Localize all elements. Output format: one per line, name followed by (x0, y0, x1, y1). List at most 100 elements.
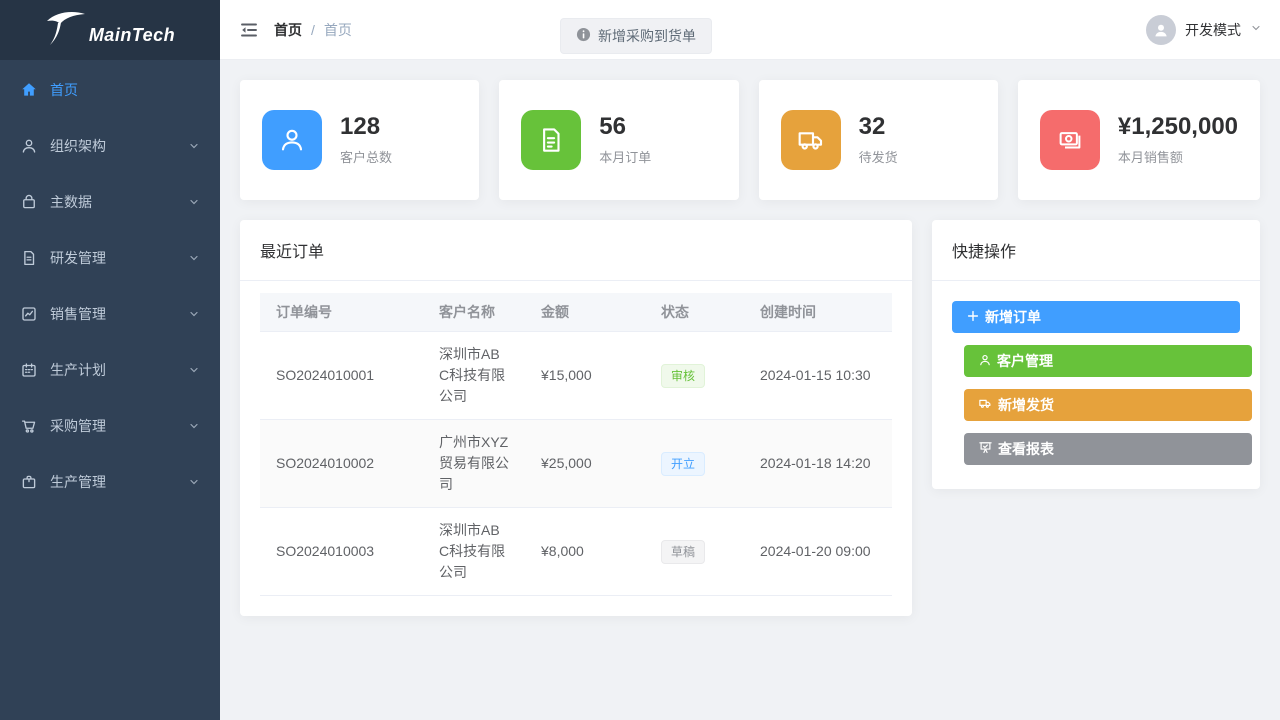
col-order-id: 订单编号 (260, 293, 423, 332)
order-created: 2024-01-20 09:00 (744, 508, 892, 596)
stat-label: 待发货 (859, 147, 898, 166)
status-badge: 开立 (661, 452, 705, 476)
table-row: SO2024010002 广州市XYZ贸易有限公司 ¥25,000 开立 202… (260, 420, 892, 508)
sidebar-item-sales[interactable]: 销售管理 (0, 286, 220, 342)
sidebar-item-label: 首页 (50, 80, 78, 100)
sidebar-item-home[interactable]: 首页 (0, 62, 220, 118)
view-reports-button[interactable]: 查看报表 (964, 433, 1252, 465)
customer-management-label: 客户管理 (997, 351, 1053, 371)
col-created: 创建时间 (744, 293, 892, 332)
sidebar-item-label: 研发管理 (50, 248, 106, 268)
stat-label: 客户总数 (340, 147, 392, 166)
truck-icon (978, 396, 993, 414)
stat-value: 56 (599, 114, 651, 140)
bottom-row: 最近订单 订单编号 客户名称 金额 状态 创建时间 (240, 220, 1260, 616)
order-amount: ¥15,000 (525, 332, 645, 420)
quick-actions-card: 快捷操作 新增订单 客户管理 (932, 220, 1260, 489)
stat-value: ¥1,250,000 (1118, 114, 1238, 140)
orders-table: 订单编号 客户名称 金额 状态 创建时间 SO2024010001 深圳市ABC… (260, 293, 892, 596)
chevron-down-icon (188, 308, 200, 320)
stat-value: 128 (340, 114, 392, 140)
order-id: SO2024010002 (260, 420, 423, 508)
breadcrumb-root[interactable]: 首页 (274, 20, 302, 40)
stat-card-pending-shipments: 32 待发货 (759, 80, 998, 200)
document-icon (521, 110, 581, 170)
quick-actions-title: 快捷操作 (932, 220, 1260, 281)
sidebar-item-label: 销售管理 (50, 304, 106, 324)
customer-management-button[interactable]: 客户管理 (964, 345, 1252, 377)
table-row: SO2024010003 深圳市ABC科技有限公司 ¥8,000 草稿 2024… (260, 508, 892, 596)
stat-card-monthly-sales: ¥1,250,000 本月销售额 (1018, 80, 1260, 200)
sidebar-item-purchasing[interactable]: 采购管理 (0, 398, 220, 454)
user-icon (262, 110, 322, 170)
user-icon (978, 353, 992, 370)
breadcrumb: 首页 / 首页 (274, 20, 352, 40)
info-icon (576, 27, 591, 45)
order-created: 2024-01-15 10:30 (744, 332, 892, 420)
stat-card-orders: 56 本月订单 (499, 80, 738, 200)
new-purchase-receipt-button[interactable]: 新增采购到货单 (560, 18, 712, 54)
avatar (1146, 15, 1176, 45)
stat-value: 32 (859, 114, 898, 140)
order-amount: ¥25,000 (525, 420, 645, 508)
order-customer: 广州市XYZ贸易有限公司 (423, 420, 525, 508)
status-badge: 草稿 (661, 540, 705, 564)
logo-text: MainTech (89, 25, 175, 46)
app-logo: MainTech (0, 0, 220, 60)
main-content: 128 客户总数 56 本月订单 32 待发货 (220, 60, 1280, 720)
view-reports-label: 查看报表 (998, 439, 1054, 459)
board-icon (978, 440, 993, 458)
sidebar-item-label: 组织架构 (50, 136, 106, 156)
chevron-down-icon (188, 476, 200, 488)
order-created: 2024-01-18 14:20 (744, 420, 892, 508)
sidebar: MainTech 首页 组织架构 主数据 研发管理 (0, 0, 220, 720)
table-row: SO2024010001 深圳市ABC科技有限公司 ¥15,000 审核 202… (260, 332, 892, 420)
new-order-button[interactable]: 新增订单 (952, 301, 1240, 333)
sidebar-item-manufacturing[interactable]: 生产管理 (0, 454, 220, 510)
stats-row: 128 客户总数 56 本月订单 32 待发货 (240, 80, 1260, 200)
chevron-down-icon (188, 364, 200, 376)
user-menu[interactable]: 开发模式 (1146, 0, 1262, 60)
order-id: SO2024010001 (260, 332, 423, 420)
sidebar-fold-icon[interactable] (238, 19, 260, 41)
top-header: 首页 / 首页 新增采购到货单 开发模式 (220, 0, 1280, 60)
chevron-down-icon (188, 420, 200, 432)
stat-card-customers: 128 客户总数 (240, 80, 479, 200)
chevron-down-icon (188, 196, 200, 208)
breadcrumb-current: 首页 (324, 20, 352, 40)
sidebar-menu: 首页 组织架构 主数据 研发管理 销售 (0, 60, 220, 510)
recent-orders-title: 最近订单 (240, 220, 912, 281)
order-customer: 深圳市ABC科技有限公司 (423, 508, 525, 596)
sidebar-item-org[interactable]: 组织架构 (0, 118, 220, 174)
col-amount: 金额 (525, 293, 645, 332)
plus-icon (966, 309, 980, 326)
new-shipment-label: 新增发货 (998, 395, 1054, 415)
new-purchase-receipt-label: 新增采购到货单 (598, 26, 696, 46)
sidebar-item-label: 生产管理 (50, 472, 106, 492)
bag-icon (20, 193, 38, 211)
logo-swoosh-icon (45, 9, 87, 52)
order-customer: 深圳市ABC科技有限公司 (423, 332, 525, 420)
user-mode-label: 开发模式 (1185, 20, 1241, 40)
home-icon (20, 81, 38, 99)
sidebar-item-label: 生产计划 (50, 360, 106, 380)
new-shipment-button[interactable]: 新增发货 (964, 389, 1252, 421)
chevron-down-icon (1250, 21, 1262, 39)
sidebar-item-master-data[interactable]: 主数据 (0, 174, 220, 230)
user-icon (20, 137, 38, 155)
sidebar-item-rd[interactable]: 研发管理 (0, 230, 220, 286)
box-icon (20, 473, 38, 491)
recent-orders-card: 最近订单 订单编号 客户名称 金额 状态 创建时间 (240, 220, 912, 616)
sidebar-item-label: 主数据 (50, 192, 92, 212)
col-status: 状态 (645, 293, 744, 332)
sidebar-item-label: 采购管理 (50, 416, 106, 436)
sidebar-item-production-plan[interactable]: 生产计划 (0, 342, 220, 398)
cart-icon (20, 417, 38, 435)
money-icon (1040, 110, 1100, 170)
status-badge: 审核 (661, 364, 705, 388)
chevron-down-icon (188, 252, 200, 264)
chevron-down-icon (188, 140, 200, 152)
stat-label: 本月订单 (599, 147, 651, 166)
col-customer: 客户名称 (423, 293, 525, 332)
truck-icon (781, 110, 841, 170)
